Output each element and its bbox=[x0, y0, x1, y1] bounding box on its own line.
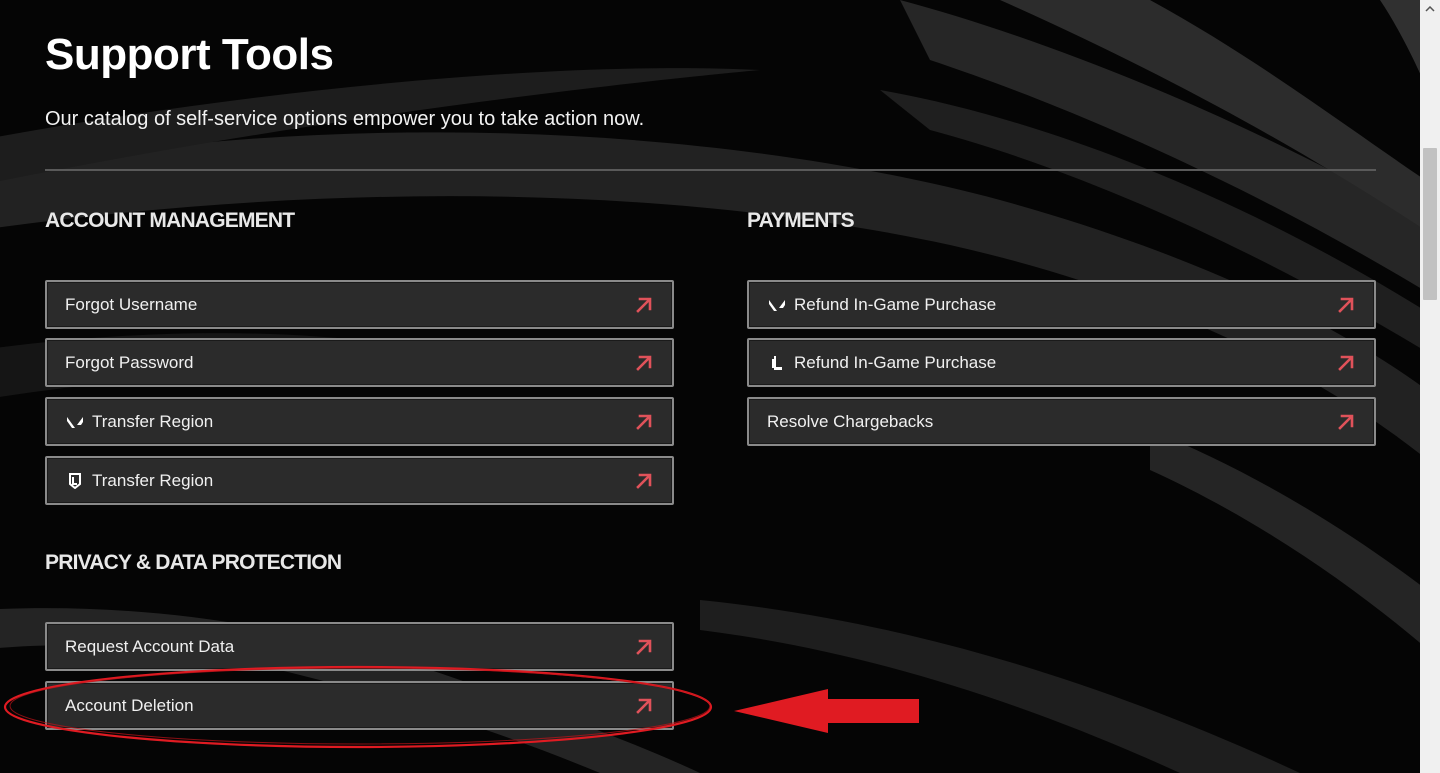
arrow-up-right-icon bbox=[634, 696, 654, 716]
section-heading-payments: PAYMENTS bbox=[747, 209, 855, 232]
vertical-scrollbar[interactable] bbox=[1420, 0, 1440, 773]
legends-of-runeterra-icon bbox=[767, 353, 787, 373]
arrow-up-right-icon bbox=[1336, 295, 1356, 315]
scrollbar-thumb[interactable] bbox=[1423, 148, 1437, 300]
section-heading-account-management: ACCOUNT MANAGEMENT bbox=[45, 209, 295, 232]
page-title: Support Tools bbox=[45, 30, 334, 79]
arrow-up-right-icon bbox=[634, 412, 654, 432]
main-content: Support Tools Our catalog of self-servic… bbox=[0, 0, 1420, 773]
card-label: Account Deletion bbox=[65, 695, 194, 715]
card-label: Resolve Chargebacks bbox=[767, 411, 934, 431]
link-forgot-username[interactable]: Forgot Username bbox=[45, 280, 674, 329]
header-divider bbox=[45, 169, 1376, 171]
link-refund-valorant[interactable]: Refund In-Game Purchase bbox=[747, 280, 1376, 329]
section-heading-privacy: PRIVACY & DATA PROTECTION bbox=[45, 551, 342, 574]
card-label: Forgot Username bbox=[65, 294, 198, 314]
card-label: Refund In-Game Purchase bbox=[794, 294, 997, 314]
arrow-up-right-icon bbox=[634, 353, 654, 373]
support-tools-page: Support Tools Our catalog of self-servic… bbox=[0, 0, 1440, 773]
arrow-up-right-icon bbox=[1336, 412, 1356, 432]
valorant-icon bbox=[65, 412, 85, 432]
link-resolve-chargebacks[interactable]: Resolve Chargebacks bbox=[747, 397, 1376, 446]
arrow-up-right-icon bbox=[1336, 353, 1356, 373]
arrow-up-right-icon bbox=[634, 637, 654, 657]
link-transfer-region-valorant[interactable]: Transfer Region bbox=[45, 397, 674, 446]
scroll-up-icon[interactable] bbox=[1420, 0, 1440, 17]
arrow-up-right-icon bbox=[634, 295, 654, 315]
league-of-legends-icon bbox=[65, 471, 85, 491]
arrow-up-right-icon bbox=[634, 471, 654, 491]
link-request-account-data[interactable]: Request Account Data bbox=[45, 622, 674, 671]
link-account-deletion[interactable]: Account Deletion bbox=[45, 681, 674, 730]
valorant-icon bbox=[767, 295, 787, 315]
card-label: Refund In-Game Purchase bbox=[794, 352, 997, 372]
page-subtitle: Our catalog of self-service options empo… bbox=[45, 108, 645, 130]
link-refund-runeterra[interactable]: Refund In-Game Purchase bbox=[747, 338, 1376, 387]
link-forgot-password[interactable]: Forgot Password bbox=[45, 338, 674, 387]
card-label: Request Account Data bbox=[65, 636, 235, 656]
link-transfer-region-league[interactable]: Transfer Region bbox=[45, 456, 674, 505]
card-label: Transfer Region bbox=[92, 470, 214, 490]
card-label: Transfer Region bbox=[92, 411, 214, 431]
card-label: Forgot Password bbox=[65, 352, 194, 372]
